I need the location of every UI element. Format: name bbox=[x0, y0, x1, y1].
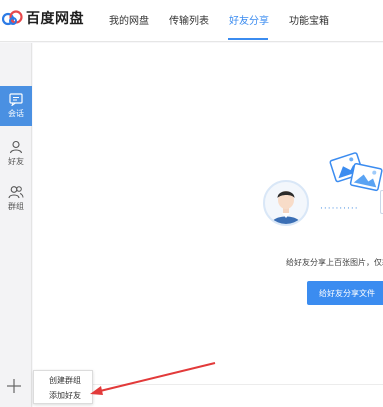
top-bar: 百度网盘 我的网盘 传输列表 好友分享 功能宝箱 bbox=[0, 0, 383, 42]
person-icon bbox=[9, 140, 23, 153]
sidebar: 会话 好友 群组 bbox=[0, 43, 32, 407]
sidebar-item-label: 群组 bbox=[8, 201, 24, 211]
menu-item-create-group[interactable]: 创建群组 bbox=[49, 375, 81, 386]
share-file-button[interactable]: 给好友分享文件 bbox=[307, 281, 383, 305]
user-avatar-icon bbox=[271, 191, 301, 224]
flow-dots: ·········· bbox=[320, 204, 359, 214]
app-logo[interactable]: 百度网盘 bbox=[2, 8, 84, 28]
sidebar-item-groups[interactable]: 群组 bbox=[0, 178, 32, 218]
tab-toolbox[interactable]: 功能宝箱 bbox=[289, 12, 329, 27]
menu-item-add-friend[interactable]: 添加好友 bbox=[49, 390, 81, 401]
sidebar-item-label: 好友 bbox=[8, 156, 24, 166]
group-icon bbox=[8, 185, 24, 198]
sidebar-item-friends[interactable]: 好友 bbox=[0, 133, 32, 173]
main-panel bbox=[33, 43, 383, 407]
tab-friend-share[interactable]: 好友分享 bbox=[229, 12, 269, 27]
sidebar-item-label: 会话 bbox=[8, 109, 24, 118]
active-tab-indicator bbox=[228, 38, 268, 40]
cloud-logo-icon bbox=[2, 10, 23, 26]
tab-my-netdisk[interactable]: 我的网盘 bbox=[109, 12, 149, 27]
app-window: 百度网盘 我的网盘 传输列表 好友分享 功能宝箱 会话 好友 群组 ······… bbox=[0, 0, 383, 407]
tab-transfer-list[interactable]: 传输列表 bbox=[169, 12, 209, 27]
add-menu-popup: 创建群组 添加好友 bbox=[33, 370, 93, 404]
plus-icon[interactable] bbox=[5, 377, 23, 395]
avatar bbox=[263, 180, 309, 226]
share-caption: 给好友分享上百张图片，仅耗 bbox=[286, 258, 383, 267]
sidebar-item-chats[interactable]: 会话 bbox=[0, 86, 32, 126]
photos-illustration-icon bbox=[329, 152, 383, 192]
logo-text: 百度网盘 bbox=[26, 11, 84, 27]
chat-icon bbox=[9, 93, 23, 106]
